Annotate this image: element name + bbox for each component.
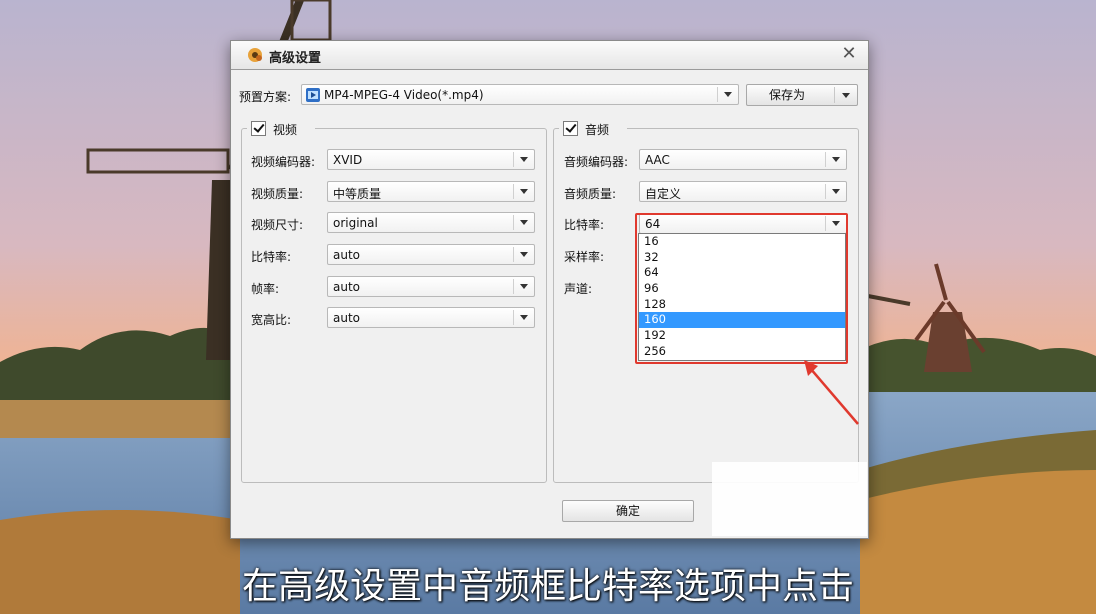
chevron-down-icon [825,184,846,199]
video-field-label: 视频尺寸: [251,218,304,232]
audio-encoder-select[interactable]: AAC [639,149,847,170]
video-field-value: XVID [333,153,363,167]
video-field-label: 视频编码器: [251,155,316,169]
preset-select[interactable]: MP4-MPEG-4 Video(*.mp4) [301,84,739,105]
arrow-annotation-icon [804,360,859,425]
preset-label: 预置方案: [239,90,292,104]
video-field-value: auto [333,280,361,294]
video-enable-checkbox[interactable] [251,121,266,136]
save-as-button[interactable]: 保存为 [746,84,858,106]
video-field-select[interactable]: 中等质量 [327,181,535,202]
save-as-dropdown-icon[interactable] [834,87,857,103]
video-field-value: original [333,216,378,230]
video-field-select[interactable]: original [327,212,535,233]
close-button[interactable]: ✕ [838,43,860,65]
video-file-icon [306,88,320,102]
video-field-value: 中等质量 [333,187,382,201]
video-field-label: 比特率: [251,250,292,264]
chevron-down-icon [513,279,534,294]
video-field-select[interactable]: XVID [327,149,535,170]
chevron-down-icon [825,152,846,167]
chevron-down-icon [717,87,738,102]
video-field-value: auto [333,248,361,262]
preset-value: MP4-MPEG-4 Video(*.mp4) [324,88,484,102]
video-field-label: 帧率: [251,282,280,296]
video-field-value: auto [333,311,361,325]
ok-button[interactable]: 确定 [562,500,694,522]
audio-encoder-label: 音频编码器: [564,155,629,169]
audio-encoder-value: AAC [645,153,670,167]
dialog-title: 高级设置 [269,51,322,66]
video-group-label: 视频 [273,123,298,137]
save-as-label: 保存为 [769,88,806,102]
chevron-down-icon [513,310,534,325]
subtitle-caption: 在高级设置中音频框比特率选项中点击 [241,566,854,607]
audio-quality-label: 音频质量: [564,187,617,201]
chevron-down-icon [513,247,534,262]
chevron-down-icon [513,215,534,230]
audio-bitrate-label: 比特率: [564,218,605,232]
audio-enable-checkbox[interactable] [563,121,578,136]
video-field-select[interactable]: auto [327,244,535,265]
audio-quality-value: 自定义 [645,187,682,201]
video-field-select[interactable]: auto [327,307,535,328]
video-field-select[interactable]: auto [327,276,535,297]
dialog-titlebar[interactable]: 高级设置 ✕ [231,41,868,70]
chevron-down-icon [513,184,534,199]
audio-group-header: 音频 [559,119,627,137]
video-field-label: 视频质量: [251,187,304,201]
app-gear-icon [248,48,262,62]
audio-quality-select[interactable]: 自定义 [639,181,847,202]
video-group-header: 视频 [247,119,315,137]
video-field-label: 宽高比: [251,313,292,327]
blurred-region [712,462,867,536]
highlight-box [635,213,848,364]
audio-channel-label: 声道: [564,282,593,296]
audio-samplerate-label: 采样率: [564,250,605,264]
chevron-down-icon [513,152,534,167]
audio-group-label: 音频 [585,123,610,137]
